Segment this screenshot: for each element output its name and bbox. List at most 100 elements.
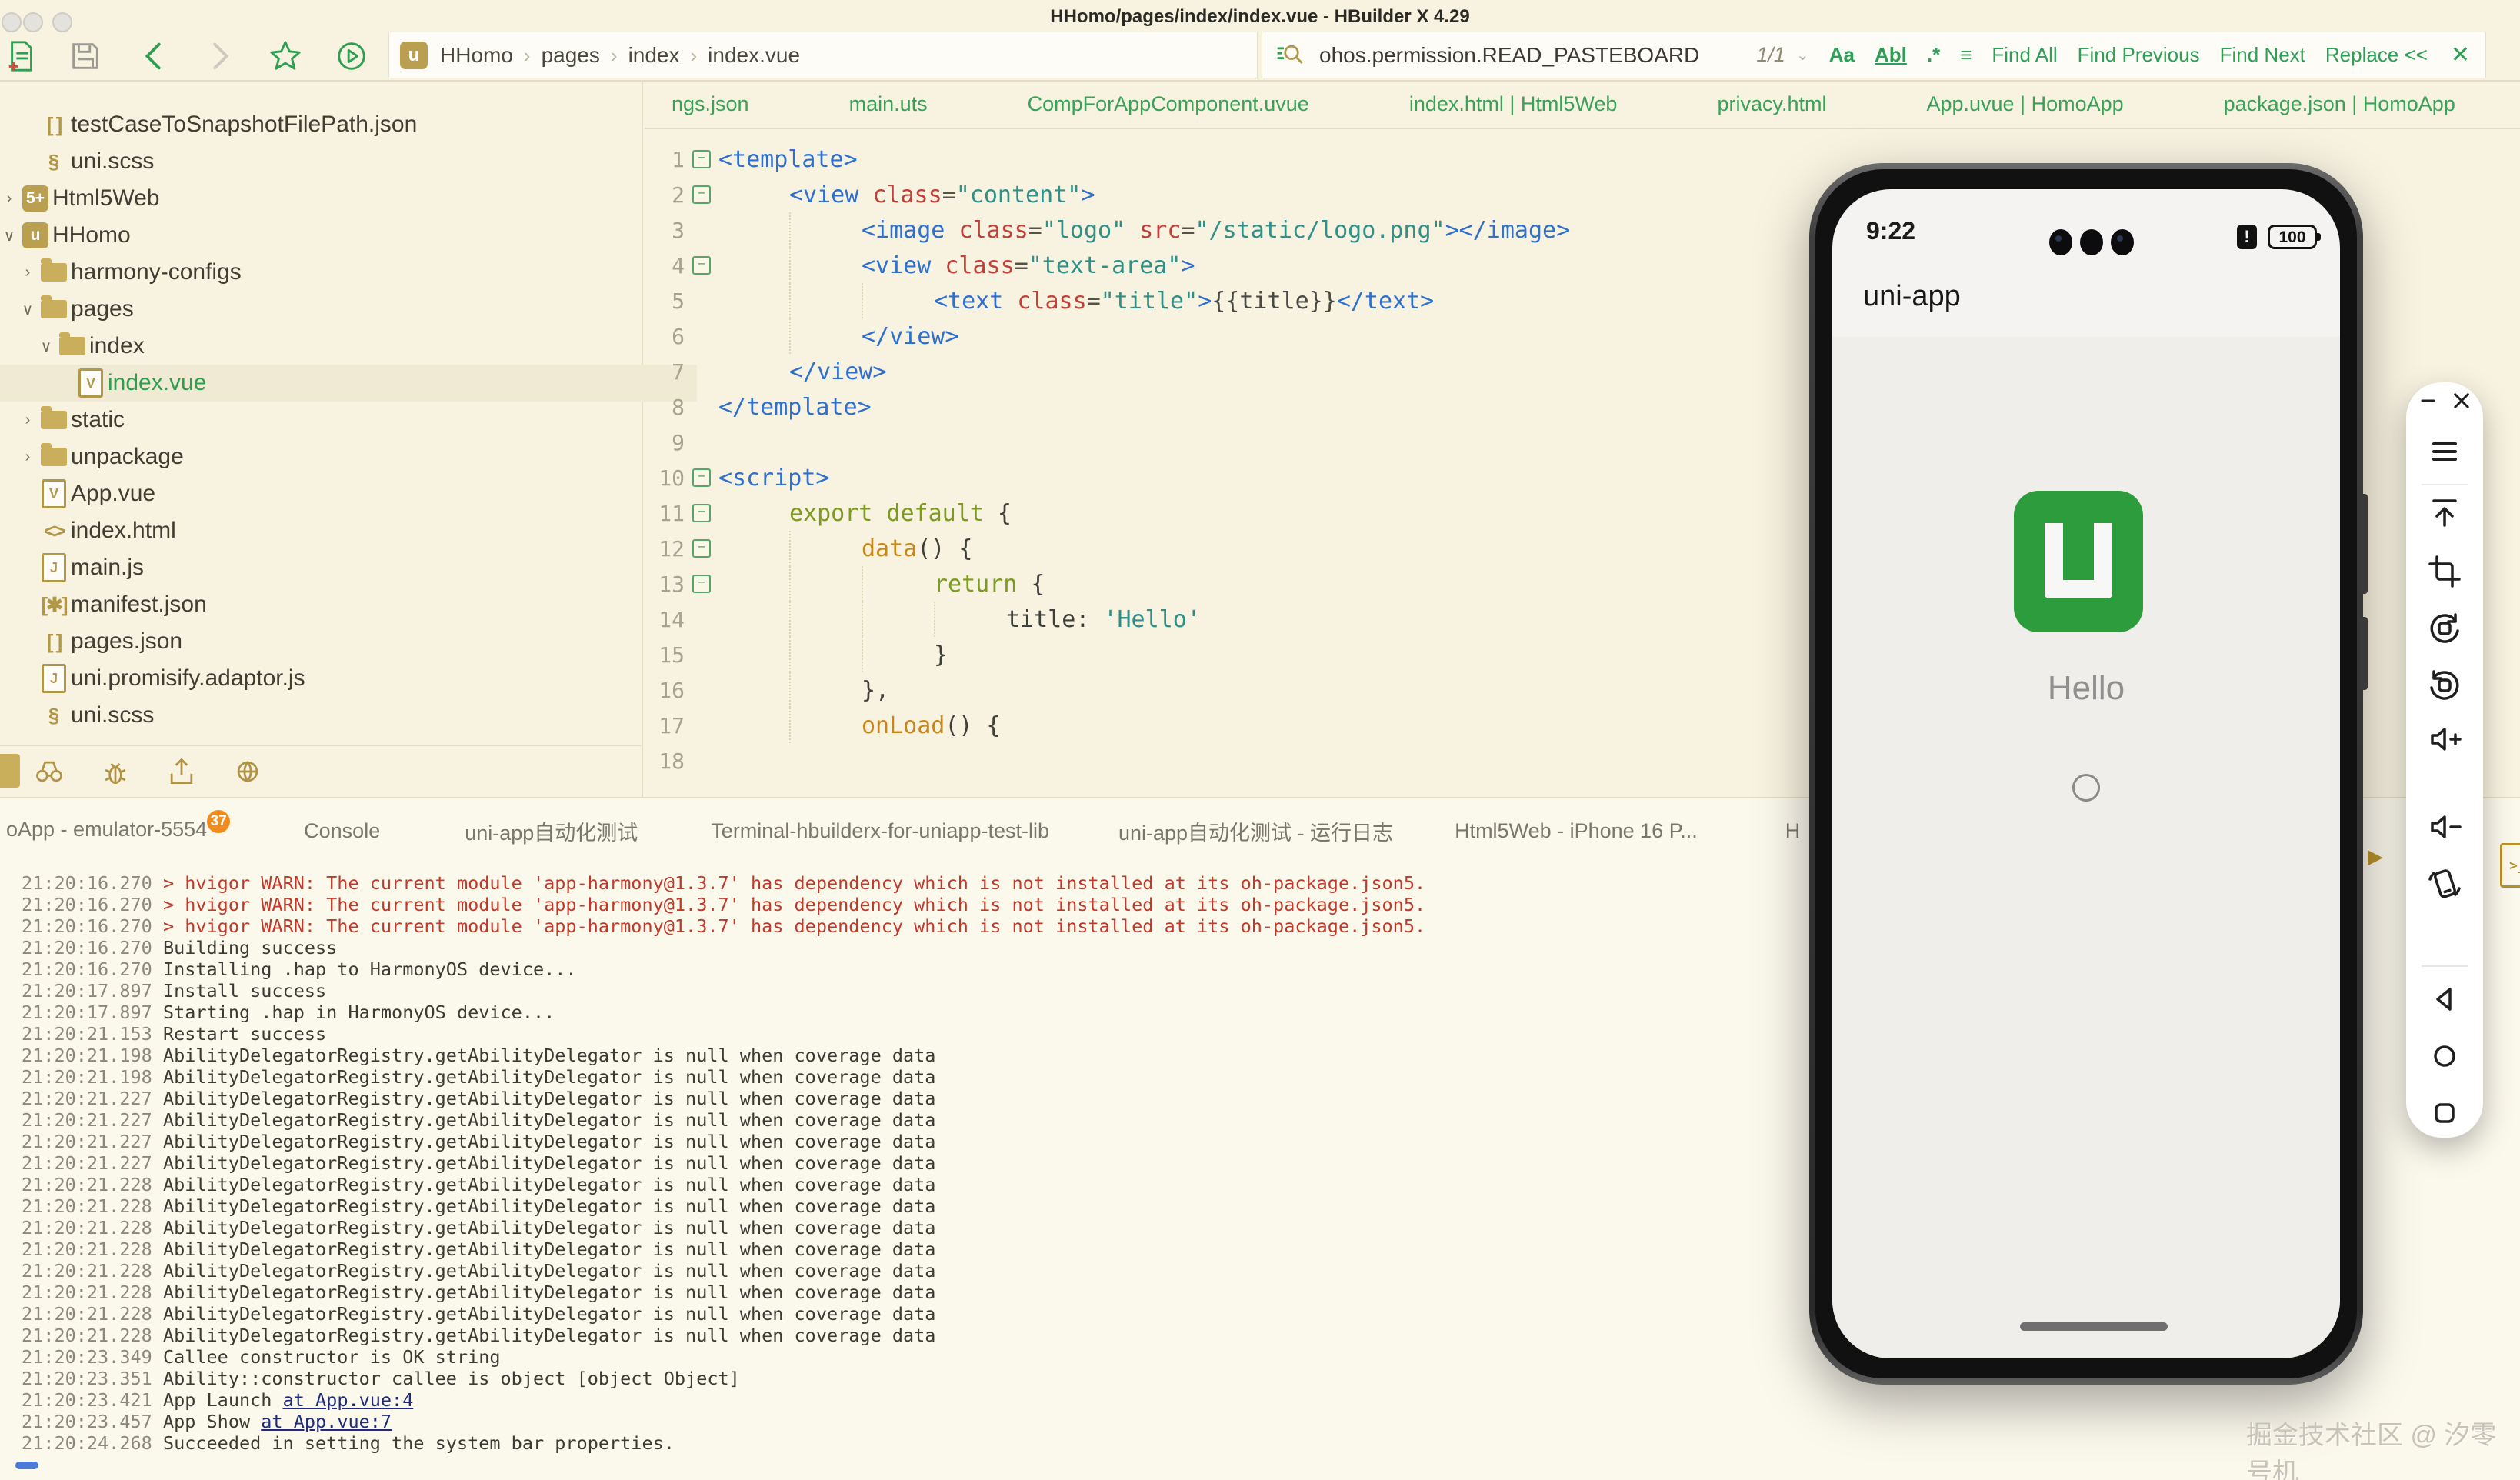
- bookmark-star-icon[interactable]: [268, 38, 303, 74]
- save-icon[interactable]: [68, 38, 103, 74]
- chevron-right-icon[interactable]: ›: [0, 190, 18, 208]
- chevron-down-icon[interactable]: ∨: [37, 337, 55, 356]
- editor-tab[interactable]: index.html | Html5Web: [1382, 80, 1645, 128]
- close-icon[interactable]: [2448, 387, 2475, 415]
- tree-item-uni.scss[interactable]: §uni.scss: [0, 697, 660, 734]
- tree-item-main.js[interactable]: Jmain.js: [0, 549, 660, 586]
- home-indicator[interactable]: [2020, 1322, 2168, 1331]
- fold-marker-icon[interactable]: −: [685, 539, 718, 558]
- upload-icon[interactable]: [2426, 495, 2463, 532]
- editor-tab[interactable]: package.json | HomoApp: [2197, 80, 2482, 128]
- tree-item-static[interactable]: ›static: [0, 402, 660, 438]
- editor-tab[interactable]: main.uts: [822, 80, 955, 128]
- line-number: 4: [645, 253, 685, 278]
- tree-item-index[interactable]: ∨index: [0, 328, 678, 365]
- tree-item-manifest.json[interactable]: [✱]manifest.json: [0, 586, 660, 623]
- nav-back-icon[interactable]: [2426, 981, 2463, 1018]
- js-file-icon: J: [37, 553, 71, 582]
- tree-item-uni.scss[interactable]: §uni.scss: [0, 143, 660, 180]
- tree-toolbar: [0, 745, 642, 797]
- navigate-back-icon[interactable]: [137, 38, 172, 74]
- rotate-ccw-icon[interactable]: [2426, 610, 2463, 647]
- minimize-icon[interactable]: [2415, 387, 2443, 415]
- debug-bug-icon[interactable]: [98, 755, 132, 788]
- editor-tab[interactable]: ngs.json: [645, 80, 776, 128]
- code-token: <template>: [718, 146, 858, 173]
- line-number: 8: [645, 395, 685, 420]
- menu-icon[interactable]: [2426, 433, 2463, 470]
- log-link[interactable]: at App.vue:4: [283, 1389, 414, 1411]
- screenshot-crop-icon[interactable]: [2426, 553, 2463, 590]
- fold-marker-icon[interactable]: −: [685, 504, 718, 522]
- console-tab[interactable]: uni-app自动化测试: [465, 816, 638, 846]
- breadcrumb-file[interactable]: index.vue: [708, 43, 800, 68]
- tree-item-App.vue[interactable]: VApp.vue: [0, 475, 660, 512]
- fold-marker-icon[interactable]: −: [685, 468, 718, 487]
- breadcrumb-index[interactable]: index: [628, 43, 680, 68]
- chevron-right-icon[interactable]: ›: [18, 264, 37, 282]
- match-case-toggle[interactable]: Aa: [1829, 43, 1855, 67]
- console-tab[interactable]: Html5Web - iPhone 16 P...: [1455, 819, 1698, 843]
- chevron-down-icon[interactable]: ∨: [18, 300, 37, 319]
- chevron-down-icon[interactable]: ⌄: [1796, 45, 1809, 65]
- regex-toggle[interactable]: .*: [1927, 43, 1940, 67]
- find-all-button[interactable]: Find All: [1992, 43, 2057, 67]
- fold-marker-icon[interactable]: −: [685, 575, 718, 593]
- code-token: {{title}}: [1212, 288, 1337, 315]
- tree-item-pages[interactable]: ∨pages: [0, 291, 660, 328]
- log-link[interactable]: at App.vue:7: [261, 1411, 392, 1432]
- tree-item-Html5Web[interactable]: ›5+Html5Web: [0, 180, 642, 217]
- nav-home-icon[interactable]: [2426, 1038, 2463, 1075]
- new-file-icon[interactable]: [5, 38, 40, 74]
- tree-item-index.html[interactable]: <>index.html: [0, 512, 660, 549]
- tree-item-pages.json[interactable]: [ ]pages.json: [0, 623, 660, 660]
- fold-marker-icon[interactable]: −: [685, 185, 718, 204]
- search-binoculars-icon[interactable]: [32, 755, 66, 788]
- tree-item-uni.promisify.adaptor.js[interactable]: Juni.promisify.adaptor.js: [0, 660, 660, 697]
- scroll-indicator[interactable]: [15, 1462, 38, 1469]
- tree-item-harmony-configs[interactable]: ›harmony-configs: [0, 254, 660, 291]
- tree-item-unpackage[interactable]: ›unpackage: [0, 438, 660, 475]
- find-previous-button[interactable]: Find Previous: [2078, 43, 2200, 67]
- console-tab[interactable]: H: [1785, 819, 1801, 843]
- search-input[interactable]: ohos.permission.READ_PASTEBOARD: [1319, 43, 1699, 68]
- new-terminal-icon[interactable]: >_: [2500, 843, 2520, 888]
- filter-lines-icon[interactable]: ≡: [1960, 43, 1972, 67]
- project-uni-icon: u: [400, 42, 428, 69]
- close-find-icon[interactable]: ✕: [2451, 42, 2470, 68]
- code-token: <image: [862, 217, 958, 244]
- tab-overflow-arrow-icon[interactable]: ▶: [2368, 845, 2383, 868]
- chevron-right-icon[interactable]: ›: [18, 448, 37, 466]
- volume-up-icon[interactable]: [2426, 721, 2463, 758]
- chevron-right-icon[interactable]: ›: [18, 412, 37, 429]
- fold-marker-icon[interactable]: −: [685, 150, 718, 168]
- fold-marker-icon[interactable]: −: [685, 256, 718, 275]
- tree-item-testCaseToSnapshotFilePath.json[interactable]: [ ]testCaseToSnapshotFilePath.json: [0, 106, 660, 143]
- nav-recents-icon[interactable]: [2426, 1095, 2463, 1132]
- editor-tab[interactable]: CompForAppComponent.uvue: [1001, 80, 1336, 128]
- run-icon[interactable]: [334, 38, 369, 74]
- tree-item-HHomo[interactable]: ∨uHHomo: [0, 217, 642, 254]
- console-tab[interactable]: Console: [304, 819, 380, 843]
- title-bar: HHomo/pages/index/index.vue - HBuilder X…: [0, 0, 2520, 32]
- breadcrumb-pages[interactable]: pages: [542, 43, 600, 68]
- rotate-cw-icon[interactable]: [2426, 667, 2463, 704]
- volume-down-icon[interactable]: [2426, 808, 2463, 845]
- editor-tab[interactable]: App.uvue | HomoApp: [1899, 80, 2150, 128]
- tree-item-index.vue[interactable]: Vindex.vue: [0, 365, 697, 402]
- code-token: onLoad: [862, 712, 945, 739]
- globe-sync-icon[interactable]: [231, 755, 265, 788]
- console-tab[interactable]: Terminal-hbuilderx-for-uniapp-test-lib: [711, 819, 1049, 843]
- phone-screen[interactable]: 9:22 ! 100 uni-app Hello: [1832, 189, 2340, 1358]
- editor-tab[interactable]: privacy.html: [1690, 80, 1853, 128]
- breadcrumb-project[interactable]: HHomo: [440, 43, 513, 68]
- replace-button[interactable]: Replace <<: [2325, 43, 2428, 67]
- console-tab[interactable]: uni-app自动化测试 - 运行日志: [1118, 816, 1393, 846]
- navigate-forward-icon[interactable]: [202, 38, 237, 74]
- rotate-device-icon[interactable]: [2426, 865, 2463, 902]
- find-next-button[interactable]: Find Next: [2220, 43, 2305, 67]
- whole-word-toggle[interactable]: Abl: [1875, 43, 1907, 67]
- console-tab[interactable]: oApp - emulator-555437: [6, 818, 230, 844]
- chevron-down-icon[interactable]: ∨: [0, 226, 18, 245]
- export-share-icon[interactable]: [165, 755, 198, 788]
